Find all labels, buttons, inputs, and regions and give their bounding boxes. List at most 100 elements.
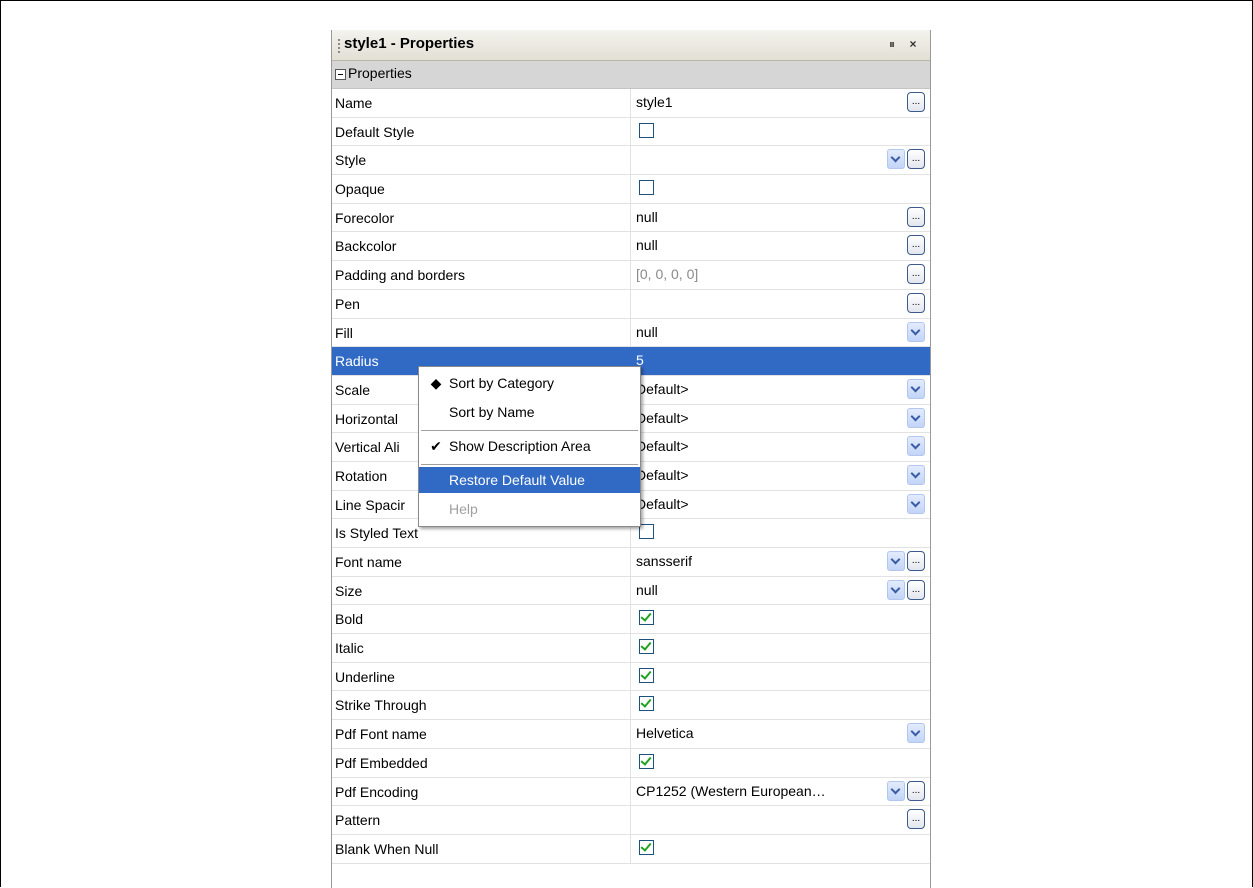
menu-item-restore-default-value[interactable]: Restore Default Value <box>419 467 640 493</box>
chevron-down-icon[interactable] <box>887 149 905 170</box>
property-row-fill[interactable]: Fill null <box>332 318 930 348</box>
property-name: Backcolor <box>335 238 397 255</box>
chevron-down-icon[interactable] <box>907 464 925 485</box>
ellipsis-button[interactable]: ... <box>907 292 925 313</box>
property-row-blank-when-null[interactable]: Blank When Null <box>332 834 930 864</box>
chevron-down-icon[interactable] <box>907 493 925 514</box>
column-divider <box>630 777 631 806</box>
menu-item-show-description-area[interactable]: ✔ Show Description Area <box>419 433 640 459</box>
property-name: Is Styled Text <box>335 525 419 542</box>
property-value[interactable]: Helvetica <box>636 725 876 741</box>
chevron-down-icon[interactable] <box>887 551 905 571</box>
column-divider <box>630 806 631 834</box>
property-name: Bold <box>335 611 364 628</box>
property-row-pattern[interactable]: Pattern... <box>332 806 930 835</box>
menu-item-sort-by-name[interactable]: Sort by Name <box>419 399 640 425</box>
chevron-down-icon[interactable] <box>907 723 925 744</box>
ellipsis-button[interactable]: ... <box>907 809 925 830</box>
property-row-default-style[interactable]: Default Style <box>332 117 930 147</box>
property-value[interactable]: null <box>636 582 876 598</box>
drag-grip-icon[interactable] <box>338 39 340 53</box>
property-value[interactable]: CP1252 (Western European… <box>636 783 876 799</box>
properties-section-header[interactable]: Properties <box>332 61 930 89</box>
property-value[interactable]: Default> <box>636 496 876 512</box>
collapse-icon[interactable] <box>335 69 346 80</box>
property-name: Name <box>335 95 373 111</box>
menu-separator <box>421 464 638 465</box>
property-name: Pdf Font name <box>335 726 427 743</box>
property-row-backcolor[interactable]: Backcolor null... <box>332 232 930 262</box>
property-name: Padding and borders <box>335 267 465 284</box>
property-name: Size <box>335 582 363 599</box>
chevron-down-icon[interactable] <box>907 436 925 457</box>
property-name: Default Style <box>335 123 415 140</box>
property-row-padding-and-borders[interactable]: Padding and borders [0, 0, 0, 0]... <box>332 261 930 290</box>
menu-item-label: Sort by Name <box>449 404 535 420</box>
ellipsis-button[interactable]: ... <box>907 235 925 256</box>
property-checkbox[interactable] <box>639 667 654 683</box>
property-row-pdf-font-name[interactable]: Pdf Font name Helvetica <box>332 720 930 749</box>
property-value[interactable]: Default> <box>636 467 876 483</box>
property-value[interactable]: Default> <box>636 381 876 397</box>
property-row-italic[interactable]: Italic <box>332 634 930 663</box>
property-row-size[interactable]: Size null... <box>332 576 930 606</box>
dock-icon[interactable]: ⏸ <box>884 36 900 52</box>
column-divider <box>630 175 631 203</box>
property-name: Underline <box>335 668 395 685</box>
property-checkbox[interactable] <box>639 696 654 712</box>
property-value[interactable]: null <box>636 209 876 225</box>
chevron-down-icon[interactable] <box>907 321 925 342</box>
property-row-pdf-embedded[interactable]: Pdf Embedded <box>332 748 930 778</box>
property-row-forecolor[interactable]: Forecolor null... <box>332 203 930 233</box>
property-checkbox[interactable] <box>639 839 654 855</box>
property-value[interactable]: [0, 0, 0, 0] <box>636 266 876 282</box>
property-value[interactable]: Default> <box>636 410 876 426</box>
ellipsis-button[interactable]: ... <box>907 579 925 600</box>
close-icon[interactable]: × <box>905 36 921 52</box>
property-row-pdf-encoding[interactable]: Pdf Encoding CP1252 (Western European…... <box>332 777 930 807</box>
menu-item-label: Show Description Area <box>449 438 591 454</box>
property-checkbox[interactable] <box>639 639 654 655</box>
ellipsis-button[interactable]: ... <box>907 206 925 227</box>
property-name: Pdf Embedded <box>335 754 428 771</box>
chevron-down-icon[interactable] <box>887 780 905 801</box>
property-row-font-name[interactable]: Font name sansserif... <box>332 548 930 577</box>
property-row-pen[interactable]: Pen... <box>332 289 930 319</box>
ellipsis-button[interactable]: ... <box>907 551 925 571</box>
column-divider <box>630 89 631 117</box>
column-divider <box>630 834 631 863</box>
property-row-style[interactable]: Style... <box>332 146 930 176</box>
chevron-down-icon[interactable] <box>887 579 905 600</box>
property-name: Blank When Null <box>335 840 439 857</box>
property-value[interactable]: style1 <box>636 94 876 110</box>
property-value[interactable]: sansserif <box>636 553 876 569</box>
property-value[interactable]: null <box>636 237 876 253</box>
panel-titlebar[interactable]: style1 - Properties ⏸ × <box>332 30 930 61</box>
property-row-bold[interactable]: Bold <box>332 605 930 635</box>
property-name: Font name <box>335 554 402 570</box>
property-name: Style <box>335 152 367 169</box>
ellipsis-button[interactable]: ... <box>907 264 925 285</box>
property-row-opaque[interactable]: Opaque <box>332 175 930 204</box>
property-checkbox[interactable] <box>639 610 654 626</box>
property-value[interactable]: Default> <box>636 438 876 454</box>
property-value[interactable]: 5 <box>636 352 876 368</box>
property-row-strike-through[interactable]: Strike Through <box>332 691 930 721</box>
menu-item-sort-by-category[interactable]: ◆ Sort by Category <box>419 370 640 396</box>
property-checkbox[interactable] <box>639 524 654 540</box>
property-checkbox[interactable] <box>639 122 654 138</box>
ellipsis-button[interactable]: ... <box>907 780 925 801</box>
property-value[interactable]: null <box>636 324 876 340</box>
property-row-name[interactable]: Name style1... <box>332 89 930 118</box>
column-divider <box>630 548 631 576</box>
property-row-underline[interactable]: Underline <box>332 662 930 692</box>
column-divider <box>630 289 631 318</box>
chevron-down-icon[interactable] <box>907 378 925 399</box>
ellipsis-button[interactable]: ... <box>907 149 925 170</box>
chevron-down-icon[interactable] <box>907 407 925 428</box>
property-name: Fill <box>335 324 353 341</box>
ellipsis-button[interactable]: ... <box>907 92 925 112</box>
property-checkbox[interactable] <box>639 180 654 196</box>
property-checkbox[interactable] <box>639 753 654 769</box>
panel-title: style1 - Properties <box>344 35 475 52</box>
